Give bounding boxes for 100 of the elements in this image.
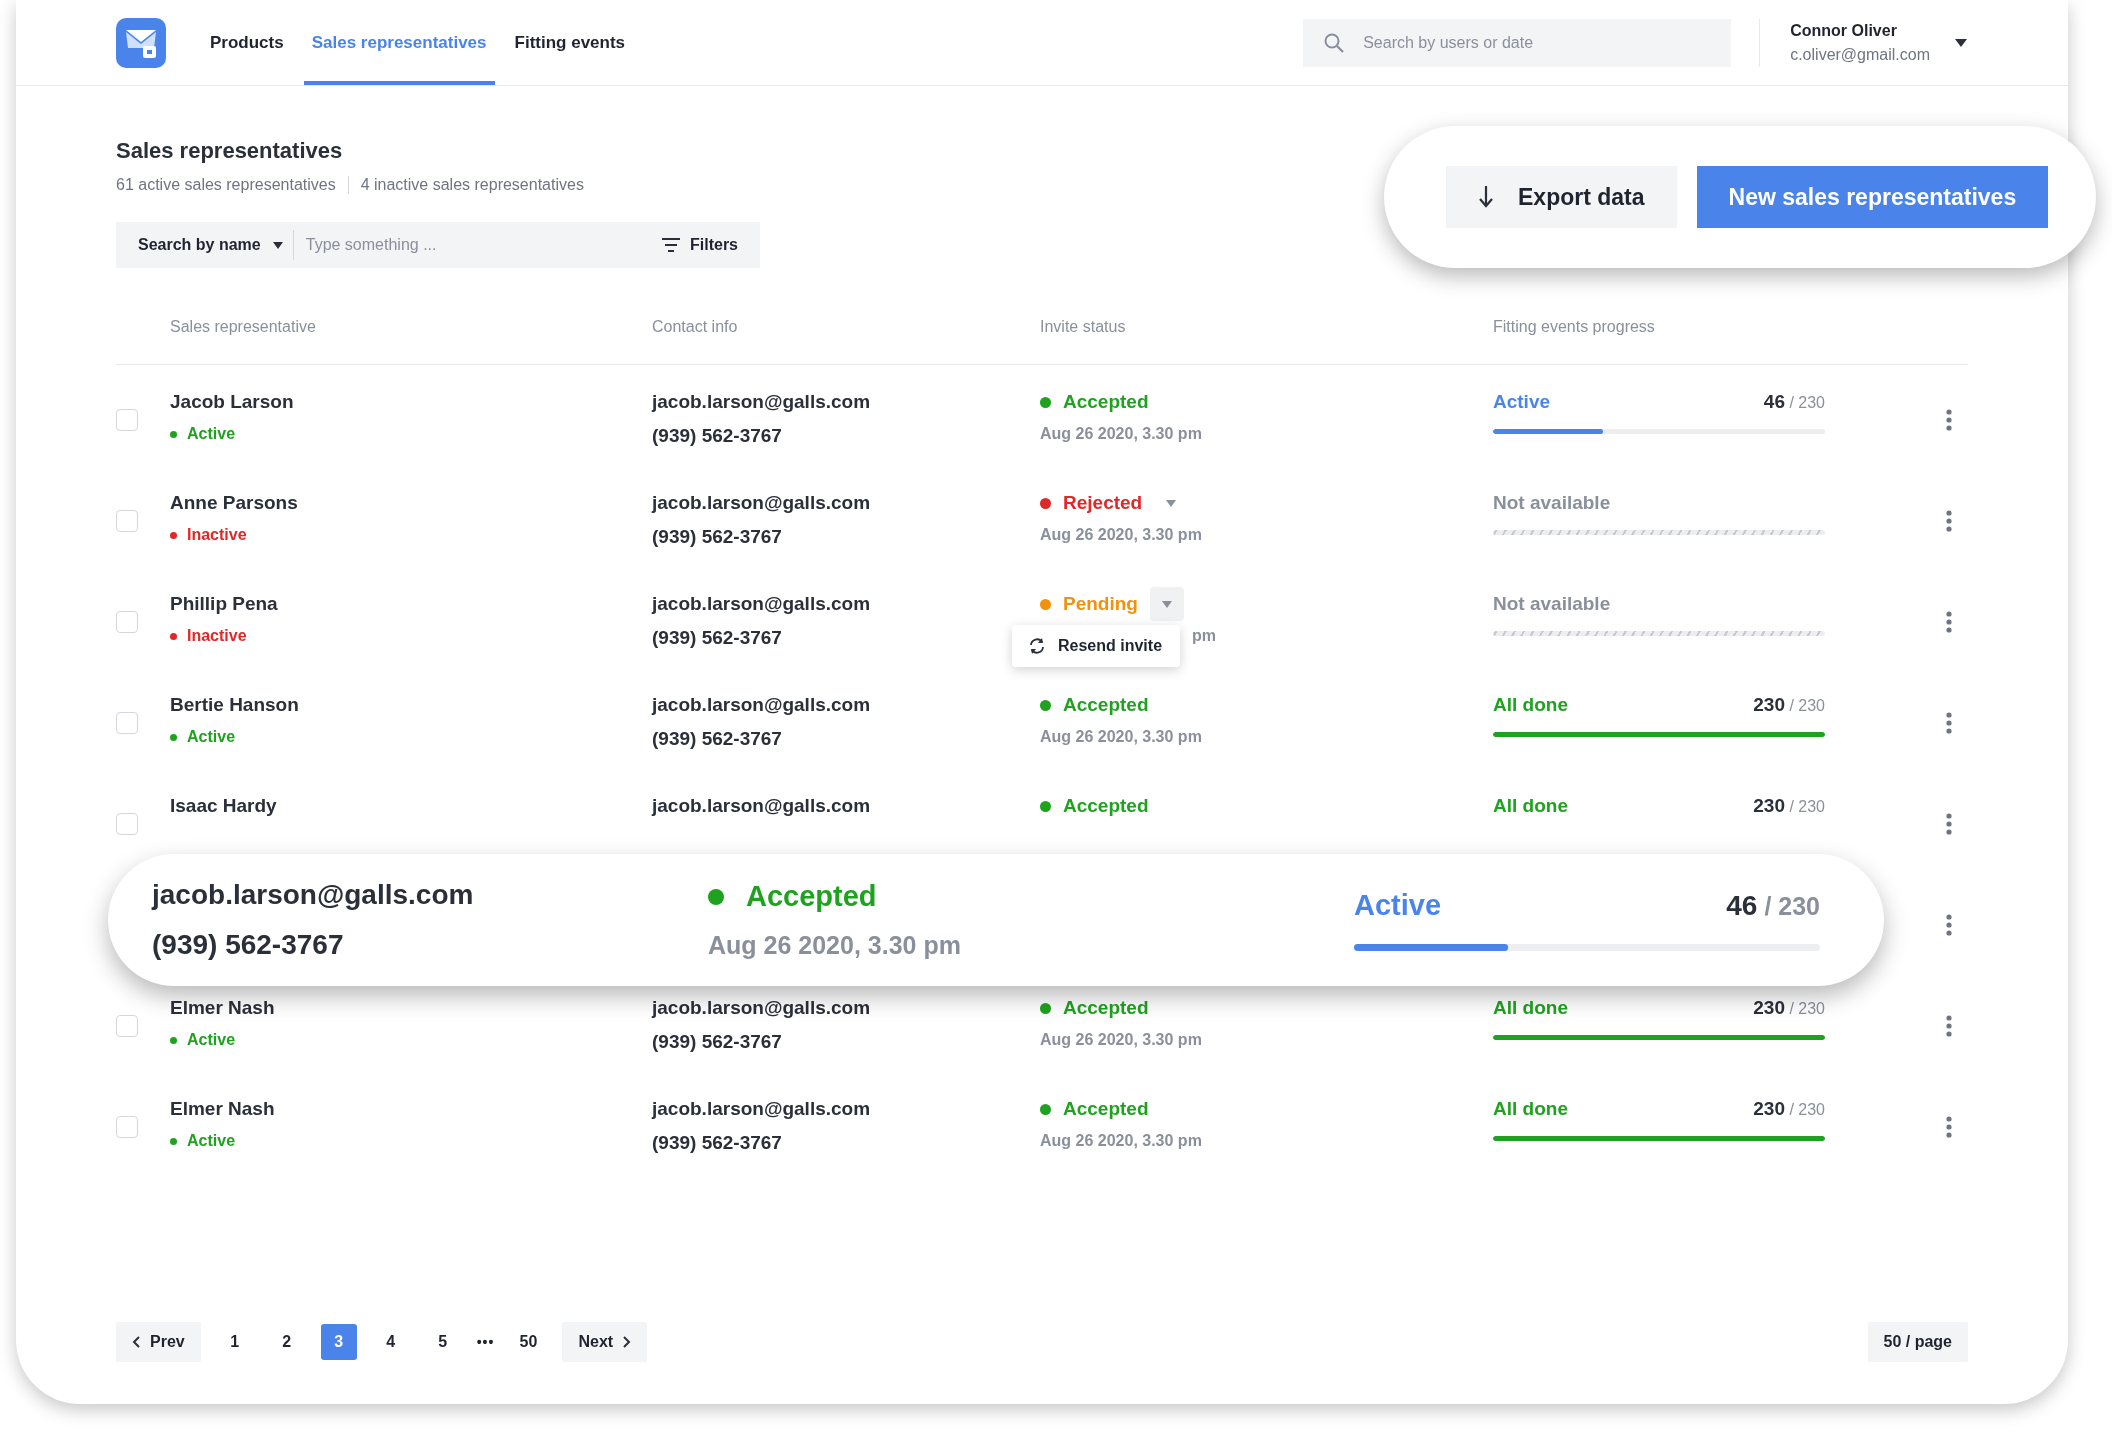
- row-checkbox[interactable]: [116, 711, 138, 734]
- contact-email: jacob.larson@galls.com: [652, 1098, 872, 1120]
- page-button[interactable]: 2: [268, 1324, 305, 1360]
- invite-status: Accepted: [1063, 1098, 1149, 1120]
- row-checkbox[interactable]: [116, 610, 138, 633]
- more-icon[interactable]: [1946, 1115, 1952, 1138]
- rep-name: Elmer Nash: [170, 1098, 276, 1120]
- contact-email: jacob.larson@galls.com: [652, 795, 872, 817]
- caret-icon: [1166, 499, 1177, 507]
- progress-label: Not available: [1493, 492, 1611, 514]
- invite-date: Aug 26 2020, 3.30 pm: [1040, 728, 1203, 746]
- chevron-right-icon: [623, 1336, 632, 1348]
- stat-text: 61 active sales representatives: [116, 176, 336, 194]
- nav-tab[interactable]: Sales representatives: [303, 0, 495, 85]
- page-button[interactable]: 4: [372, 1324, 409, 1360]
- page-button[interactable]: 1: [216, 1324, 253, 1360]
- more-icon[interactable]: [1946, 913, 1952, 936]
- search-mode-dropdown[interactable]: Search by name: [128, 230, 294, 260]
- more-icon[interactable]: [1946, 1014, 1952, 1037]
- page-button[interactable]: 3: [320, 1324, 357, 1360]
- more-icon[interactable]: [1946, 610, 1952, 633]
- progress-count: 230: [1753, 1098, 1785, 1119]
- rep-name: Anne Parsons: [170, 492, 299, 514]
- status-label: Active: [187, 425, 236, 443]
- progress-total: / 230: [1789, 697, 1825, 714]
- user-email: c.oliver@gmail.com: [1790, 45, 1930, 64]
- column-header: Contact info: [652, 318, 739, 336]
- logo-icon: [116, 17, 166, 68]
- export-button[interactable]: Export data: [1446, 166, 1677, 228]
- page-title: Sales representatives: [116, 138, 344, 164]
- invite-status: Accepted: [1063, 391, 1149, 413]
- search-bar[interactable]: Search by name Type something ... Filters: [116, 222, 760, 268]
- progress-total: / 230: [1789, 798, 1825, 815]
- contact-email: jacob.larson@galls.com: [652, 694, 872, 716]
- more-icon[interactable]: [1946, 812, 1952, 835]
- filter-icon: [662, 238, 680, 252]
- filters-button[interactable]: Filters: [652, 230, 748, 260]
- row-checkbox[interactable]: [116, 812, 138, 835]
- progress-count: 230: [1753, 997, 1785, 1018]
- column-header: Fitting events progress: [1493, 318, 1656, 336]
- more-icon[interactable]: [1946, 408, 1952, 431]
- row-checkbox[interactable]: [116, 1014, 138, 1037]
- contact-phone: (939) 562-3767: [652, 728, 783, 750]
- progress-label: All done: [1493, 1098, 1568, 1120]
- status-label: Active: [187, 728, 236, 746]
- page-button[interactable]: 5: [424, 1324, 461, 1360]
- nav-tab[interactable]: Products: [202, 0, 292, 85]
- contact-phone: (939) 562-3767: [152, 929, 345, 961]
- contact-email: jacob.larson@galls.com: [652, 391, 872, 413]
- invite-date: Aug 26 2020, 3.30 pm: [1040, 1031, 1203, 1049]
- invite-status: Rejected: [1063, 492, 1143, 514]
- chevron-left-icon: [132, 1336, 140, 1348]
- status-label: Active: [187, 1132, 236, 1150]
- invite-date: Aug 26 2020, 3.30 pm: [1040, 425, 1203, 443]
- progress-count: 230: [1753, 694, 1785, 715]
- nav-tab[interactable]: Fitting events: [506, 0, 634, 85]
- progress-total: / 230: [1789, 1101, 1825, 1118]
- rep-name: Isaac Hardy: [170, 795, 278, 817]
- menu-item[interactable]: Resend invite: [1012, 625, 1181, 667]
- invite-date: Aug 26 2020, 3.30 pm: [708, 931, 962, 960]
- rep-name: Jacob Larson: [170, 391, 295, 413]
- progress-total: / 230: [1789, 1000, 1825, 1017]
- progress-count: 46: [1726, 890, 1758, 921]
- invite-date: Aug 26 2020, 3.30 pm: [1040, 1132, 1203, 1150]
- column-header: Sales representative: [170, 318, 317, 336]
- caret-icon: [272, 241, 283, 249]
- status-dropdown[interactable]: [1149, 587, 1184, 621]
- progress-total: / 230: [1764, 892, 1820, 920]
- more-icon[interactable]: [1946, 711, 1952, 734]
- caret-icon[interactable]: [1954, 37, 1968, 48]
- row-checkbox[interactable]: [116, 408, 138, 431]
- progress-label: Active: [1354, 889, 1442, 922]
- invite-status: Pending: [1063, 593, 1138, 615]
- search-input[interactable]: Type something ...: [299, 230, 652, 260]
- next-button[interactable]: Next: [562, 1322, 648, 1362]
- page-size-button[interactable]: 50 / page: [1867, 1322, 1968, 1362]
- download-icon: [1478, 186, 1494, 208]
- caret-icon: [1161, 600, 1172, 608]
- progress-label: All done: [1493, 694, 1568, 716]
- prev-button[interactable]: Prev: [116, 1322, 201, 1362]
- search-icon: [1323, 31, 1346, 54]
- page-button[interactable]: 50: [510, 1324, 547, 1360]
- contact-email: jacob.larson@galls.com: [652, 593, 872, 615]
- rep-name: Phillip Pena: [170, 593, 279, 615]
- contact-phone: (939) 562-3767: [652, 1132, 783, 1154]
- progress-label: Not available: [1493, 593, 1611, 615]
- search-field[interactable]: Search by users or date: [1303, 18, 1732, 67]
- new-representative-button[interactable]: New sales representatives: [1696, 166, 2049, 228]
- status-label: Inactive: [187, 526, 247, 544]
- invite-status: Accepted: [1063, 795, 1149, 817]
- status-label: Inactive: [187, 627, 247, 645]
- row-checkbox[interactable]: [116, 1115, 138, 1138]
- user-name: Connor Oliver: [1790, 21, 1898, 40]
- row-checkbox[interactable]: [116, 509, 138, 532]
- progress-count: 46: [1763, 391, 1785, 412]
- contact-email: jacob.larson@galls.com: [152, 879, 475, 911]
- contact-phone: (939) 562-3767: [652, 1031, 783, 1053]
- contact-email: jacob.larson@galls.com: [652, 997, 872, 1019]
- more-icon[interactable]: [1946, 509, 1952, 532]
- contact-phone: (939) 562-3767: [652, 627, 783, 649]
